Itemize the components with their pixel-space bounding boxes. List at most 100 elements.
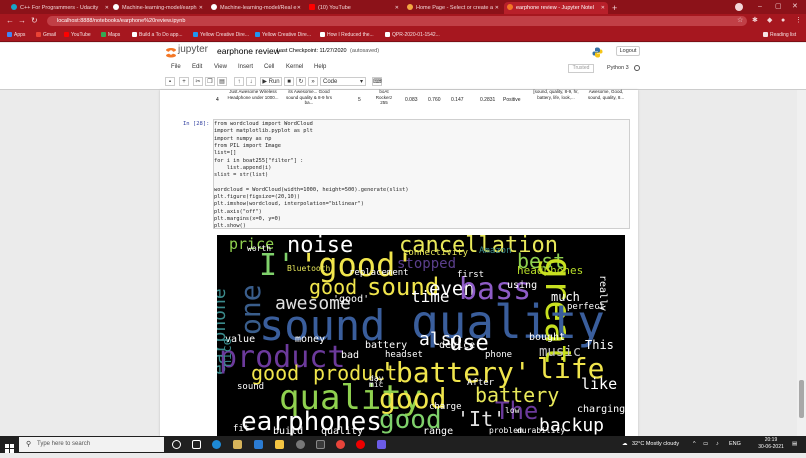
insert-cell-icon[interactable]: + bbox=[179, 77, 189, 86]
move-up-icon[interactable]: ↑ bbox=[234, 77, 244, 86]
weather-text[interactable]: 32°C Mostly cloudy bbox=[632, 437, 679, 452]
tab-github-earphone[interactable]: Machine-learning-model/earph ✕ bbox=[110, 2, 206, 14]
cell-v2: 0.760 bbox=[428, 97, 441, 103]
edge-icon[interactable] bbox=[212, 440, 221, 449]
windows-start-icon[interactable] bbox=[5, 440, 14, 453]
close-icon[interactable]: ✕ bbox=[395, 2, 399, 14]
close-icon[interactable]: ✕ bbox=[495, 2, 499, 14]
cell-summary: its Awesome... Good sound quality & 8-9 … bbox=[285, 89, 333, 105]
code-cell-input[interactable] bbox=[213, 119, 630, 229]
paste-icon[interactable]: ▤ bbox=[217, 77, 227, 86]
close-icon[interactable]: ✕ bbox=[199, 2, 203, 14]
restart-run-all-icon[interactable]: » bbox=[308, 77, 318, 86]
profile-icon[interactable] bbox=[735, 3, 743, 11]
menu-help[interactable]: Help bbox=[314, 64, 326, 70]
minimize-icon[interactable]: – bbox=[758, 3, 762, 11]
bookmark-todo-app[interactable]: Build a To Do app... bbox=[132, 29, 183, 41]
language-indicator[interactable]: ENG bbox=[729, 437, 741, 452]
extension-icon[interactable]: ✱ bbox=[752, 14, 758, 28]
menu-view[interactable]: View bbox=[214, 64, 227, 70]
url-text: localhost:8888/notebooks/earphone%20revi… bbox=[57, 18, 186, 24]
wordcloud-word: first bbox=[457, 270, 485, 280]
tab-udacity[interactable]: C++ For Programmers - Udacity ✕ bbox=[8, 2, 112, 14]
run-button[interactable]: ▶ Run bbox=[260, 77, 282, 86]
extensions-puzzle-icon[interactable]: ◆ bbox=[767, 14, 772, 28]
reload-icon[interactable]: ↻ bbox=[31, 14, 38, 28]
cell-filter: Awesome, Good, sound, quality, 8... bbox=[587, 89, 625, 100]
command-palette-icon[interactable]: ⌨ bbox=[372, 77, 382, 86]
bookmark-label: Apps bbox=[14, 32, 26, 38]
bookmark-label: QPR-2020-01-1542... bbox=[392, 32, 440, 38]
notifications-icon[interactable]: ▤ bbox=[792, 437, 797, 452]
menu-kernel[interactable]: Kernel bbox=[286, 64, 303, 70]
weather-icon[interactable]: ☁ bbox=[622, 437, 628, 452]
restart-icon[interactable]: ↻ bbox=[296, 77, 306, 86]
volume-icon[interactable]: ♪ bbox=[716, 437, 719, 452]
maps-icon bbox=[101, 32, 106, 37]
chrome-icon[interactable] bbox=[336, 440, 345, 449]
scrollbar-thumb[interactable] bbox=[799, 380, 804, 418]
bookmark-youtube[interactable]: YouTube bbox=[64, 29, 91, 41]
discord-icon[interactable] bbox=[377, 440, 386, 449]
bookmark-maps[interactable]: Maps bbox=[101, 29, 120, 41]
clock[interactable]: 20:19 30-06-2021 bbox=[754, 437, 788, 451]
wordcloud-word: fit bbox=[233, 424, 250, 434]
cell-sentiment: Positive bbox=[503, 97, 521, 103]
bookmark-star-icon[interactable]: ☆ bbox=[737, 14, 743, 28]
bookmark-qpr[interactable]: QPR-2020-01-1542... bbox=[385, 29, 440, 41]
tray-chevron-icon[interactable]: ^ bbox=[693, 437, 696, 452]
notebook-name[interactable]: earphone review bbox=[217, 46, 280, 56]
menu-edit[interactable]: Edit bbox=[192, 64, 202, 70]
forward-icon[interactable]: → bbox=[18, 14, 26, 28]
url-input[interactable]: localhost:8888/notebooks/earphone%20revi… bbox=[47, 16, 747, 26]
clock-date: 30-06-2021 bbox=[758, 444, 784, 450]
udacity-icon bbox=[11, 4, 17, 10]
wordcloud-word: headset bbox=[385, 350, 423, 360]
bookmark-gmail[interactable]: Gmail bbox=[36, 29, 56, 41]
reading-list[interactable]: Reading list bbox=[763, 29, 796, 41]
file-explorer-icon[interactable] bbox=[275, 440, 284, 449]
close-icon[interactable]: ✕ bbox=[297, 2, 301, 14]
bookmark-how-i-reduced[interactable]: How I Reduced the... bbox=[320, 29, 374, 41]
close-window-icon[interactable]: ✕ bbox=[792, 3, 798, 11]
mail-icon[interactable] bbox=[254, 440, 263, 449]
cortana-icon[interactable] bbox=[172, 440, 181, 449]
tab-github-real-estate[interactable]: Machine-learning-model/Real e ✕ bbox=[208, 2, 304, 14]
wordcloud-word: device bbox=[439, 340, 476, 351]
cut-icon[interactable]: ✂ bbox=[193, 77, 203, 86]
bookmark-apps[interactable]: Apps bbox=[7, 29, 25, 41]
code-line: from wordcloud import WordCloud bbox=[214, 121, 313, 127]
bookmark-yellow-1[interactable]: Yellow Creative Dire... bbox=[193, 29, 249, 41]
save-icon[interactable]: ▪ bbox=[165, 77, 175, 86]
logout-button[interactable]: Logout bbox=[616, 46, 640, 56]
move-down-icon[interactable]: ↓ bbox=[246, 77, 256, 86]
store-icon[interactable] bbox=[233, 440, 242, 449]
tab-jupyter-active[interactable]: earphone review - Jupyter Notel ✕ bbox=[504, 2, 608, 14]
taskbar-search-input[interactable]: Type here to search bbox=[19, 437, 164, 452]
code-line: plt.imshow(wordcloud, interpolation="bil… bbox=[214, 201, 364, 208]
bookmark-yellow-2[interactable]: Yellow Creative Dire... bbox=[255, 29, 311, 41]
network-icon[interactable]: ▭ bbox=[703, 437, 708, 452]
trusted-badge[interactable]: Trusted bbox=[568, 64, 594, 73]
media-icon[interactable] bbox=[356, 440, 365, 449]
menu-kebab-icon[interactable]: ⋮ bbox=[795, 14, 802, 28]
menu-file[interactable]: File bbox=[171, 64, 181, 70]
app-icon[interactable] bbox=[316, 440, 325, 449]
maximize-icon[interactable]: ▢ bbox=[775, 3, 782, 11]
close-icon[interactable]: ✕ bbox=[105, 2, 109, 14]
stop-icon[interactable]: ■ bbox=[284, 77, 294, 86]
tab-youtube[interactable]: (10) YouTube ✕ bbox=[306, 2, 402, 14]
jupyter-logo-text[interactable]: jupyter bbox=[178, 44, 208, 55]
close-icon[interactable]: ✕ bbox=[601, 2, 605, 14]
copy-icon[interactable]: ❐ bbox=[205, 77, 215, 86]
back-icon[interactable]: ← bbox=[6, 14, 14, 28]
cell-type-select[interactable]: Code ▾ bbox=[320, 77, 366, 86]
new-tab-button[interactable]: + bbox=[609, 2, 621, 14]
kernel-name: Python 3 bbox=[607, 65, 629, 71]
settings-gear-icon[interactable] bbox=[296, 440, 305, 449]
task-view-icon[interactable] bbox=[192, 440, 201, 449]
tab-home-page[interactable]: Home Page - Select or create a ✕ bbox=[404, 2, 502, 14]
menu-cell[interactable]: Cell bbox=[264, 64, 274, 70]
profile-avatar-icon[interactable]: ● bbox=[781, 14, 785, 28]
menu-insert[interactable]: Insert bbox=[238, 64, 253, 70]
